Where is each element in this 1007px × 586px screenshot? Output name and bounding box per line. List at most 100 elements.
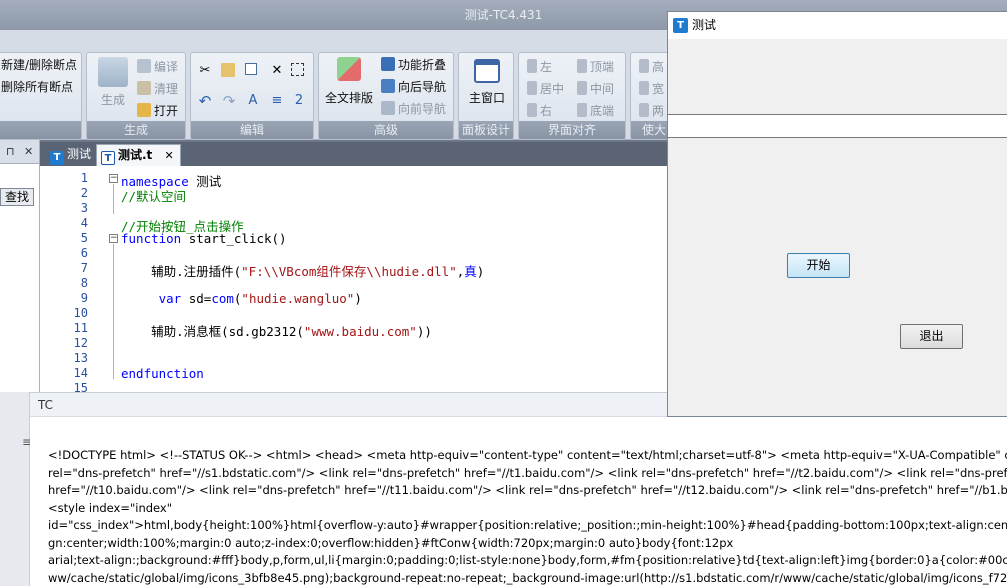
output-left-strip xyxy=(0,392,30,586)
code-line: function start_click() xyxy=(121,231,287,246)
ribbon-group-panel-design: 主窗口 面板设计 xyxy=(458,52,514,140)
output-line: id="css_index">html,body{height:100%}htm… xyxy=(48,518,1007,532)
tc-app-icon: T xyxy=(673,18,688,33)
align-top-button[interactable]: 顶端 xyxy=(577,57,614,77)
align-top-icon xyxy=(577,59,587,73)
ribbon-group-build: 生成 编译 清理 打开 生成 xyxy=(86,52,186,140)
fold-toggle-icon[interactable]: − xyxy=(109,174,118,183)
select-all-icon[interactable] xyxy=(291,63,304,76)
paste-icon[interactable] xyxy=(221,63,235,77)
fold-guide xyxy=(113,244,114,379)
align-center-button[interactable]: 居中 xyxy=(527,79,564,99)
line-number: 12 xyxy=(73,336,88,350)
build-icon xyxy=(98,57,128,87)
ribbon-group-edit-label: 编辑 xyxy=(191,121,313,139)
ribbon-group-panel-design-label: 面板设计 xyxy=(459,121,513,139)
align-center-icon xyxy=(527,81,537,95)
fold-icon xyxy=(381,57,395,71)
output-line: rel="dns-prefetch" href="//s1.bdstatic.c… xyxy=(48,465,1007,480)
output-line: href="//t10.baidu.com"/> <link rel="dns-… xyxy=(48,483,1007,497)
fold-toggle-icon[interactable]: − xyxy=(109,234,118,243)
code-line: 辅助.消息框(sd.gb2312("www.baidu.com")) xyxy=(121,324,432,339)
line-number: 8 xyxy=(80,276,88,290)
line-number: 15 xyxy=(73,381,88,392)
new-delete-breakpoint-button[interactable]: 新建/删除断点 xyxy=(1,55,77,75)
dialog-text-input[interactable] xyxy=(668,114,1007,138)
clean-button[interactable]: 清理 xyxy=(137,79,178,99)
code-line: var sd=com("hudie.wangluo") xyxy=(121,291,362,306)
t-file-icon: T xyxy=(101,151,115,165)
find-replace-icon[interactable]: A xyxy=(245,93,261,109)
same-both-icon xyxy=(639,103,649,117)
pin-icon[interactable]: ⊓ xyxy=(6,140,15,164)
find-button[interactable]: 查找 xyxy=(0,188,34,206)
compile-icon xyxy=(137,59,151,73)
same-width-icon xyxy=(639,81,649,95)
code-line: 辅助.注册插件("F:\\VBcom组件保存\\hudie.dll",真) xyxy=(121,264,485,279)
align-middle-icon xyxy=(577,81,587,95)
ribbon-group-advanced-label: 高级 xyxy=(319,121,453,139)
tab-test-file[interactable]: T 测试.t ✕ xyxy=(96,144,181,166)
start-button[interactable]: 开始 xyxy=(787,253,850,278)
align-middle-button[interactable]: 中间 xyxy=(577,79,614,99)
left-side-panel: ⊓ ✕ 查找 xyxy=(0,140,40,400)
close-icon[interactable]: ✕ xyxy=(24,140,33,164)
forward-nav-button[interactable]: 向前导航 xyxy=(381,99,446,119)
line-number: 14 xyxy=(73,366,88,380)
main-window-button[interactable]: 主窗口 xyxy=(463,59,511,106)
undo-icon[interactable]: ↶ xyxy=(197,93,213,109)
copy-icon[interactable] xyxy=(245,63,257,75)
cut-icon[interactable]: ✂ xyxy=(197,63,213,79)
same-width-button[interactable]: 宽 xyxy=(639,79,664,99)
indent-icon[interactable]: ≡ xyxy=(269,93,285,109)
line-number: 1 xyxy=(80,171,88,185)
delete-icon[interactable]: ✕ xyxy=(269,63,285,79)
line-number: 7 xyxy=(80,261,88,275)
line-number: 11 xyxy=(73,321,88,335)
align-right-button[interactable]: 右 xyxy=(527,101,552,121)
line-number: 13 xyxy=(73,351,88,365)
align-bottom-icon xyxy=(577,103,587,117)
same-height-icon xyxy=(639,59,649,73)
ribbon-group-debug: 新建/删除断点 删除所有断点 xyxy=(0,52,82,140)
compile-button[interactable]: 编译 xyxy=(137,57,178,77)
align-left-button[interactable]: 左 xyxy=(527,57,552,77)
goto-icon[interactable]: 2 xyxy=(291,93,307,109)
ribbon-group-build-label: 生成 xyxy=(87,121,185,139)
back-nav-icon xyxy=(381,79,395,93)
forward-nav-icon xyxy=(381,101,395,115)
tab-close-icon[interactable]: ✕ xyxy=(164,149,173,162)
back-nav-button[interactable]: 向后导航 xyxy=(381,77,446,97)
same-height-button[interactable]: 高 xyxy=(639,57,664,77)
line-number: 9 xyxy=(80,291,88,305)
delete-all-breakpoints-button[interactable]: 删除所有断点 xyxy=(1,77,73,97)
align-bottom-button[interactable]: 底端 xyxy=(577,101,614,121)
code-line: //默认空间 xyxy=(121,189,187,204)
format-all-icon xyxy=(337,57,361,81)
ribbon-group-align-label: 界面对齐 xyxy=(519,121,625,139)
line-number: 6 xyxy=(80,246,88,260)
main-window-icon xyxy=(474,59,500,83)
code-line: endfunction xyxy=(121,366,204,381)
output-line: <!DOCTYPE html> <!--STATUS OK--> <html> … xyxy=(48,448,1007,462)
open-button[interactable]: 打开 xyxy=(137,101,178,121)
exit-button[interactable]: 退出 xyxy=(900,324,963,349)
output-panel: TC <!DOCTYPE html> <!--STATUS OK--> <htm… xyxy=(30,392,1007,586)
dialog-title-bar[interactable]: T 测试 xyxy=(668,12,1007,39)
ribbon-group-debug-label xyxy=(0,121,81,139)
left-panel-header: ⊓ ✕ xyxy=(0,140,39,164)
line-number: 4 xyxy=(80,216,88,230)
same-both-button[interactable]: 两 xyxy=(639,101,664,121)
fold-button[interactable]: 功能折叠 xyxy=(381,55,446,75)
output-line: arial;text-align:;background:#fff}body,p… xyxy=(48,553,1007,567)
build-button[interactable]: 生成 xyxy=(93,57,133,108)
tab-project[interactable]: T 测试 xyxy=(46,144,97,166)
align-left-icon xyxy=(527,59,537,73)
line-number: 5 xyxy=(80,231,88,245)
output-text: <!DOCTYPE html> <!--STATUS OK--> <html> … xyxy=(48,447,1007,586)
redo-icon[interactable]: ↷ xyxy=(221,93,237,109)
format-all-button[interactable]: 全文排版 xyxy=(321,57,377,106)
code-editor[interactable]: 1− namespace 测试 2//默认空间 3 4//开始按钮_点击操作 5− func… xyxy=(40,166,670,392)
line-number: 2 xyxy=(80,186,88,200)
ribbon: 新建/删除断点 删除所有断点 生成 编译 清理 打开 生成 ✂ ✕ ↶ ↷ A … xyxy=(0,30,690,140)
